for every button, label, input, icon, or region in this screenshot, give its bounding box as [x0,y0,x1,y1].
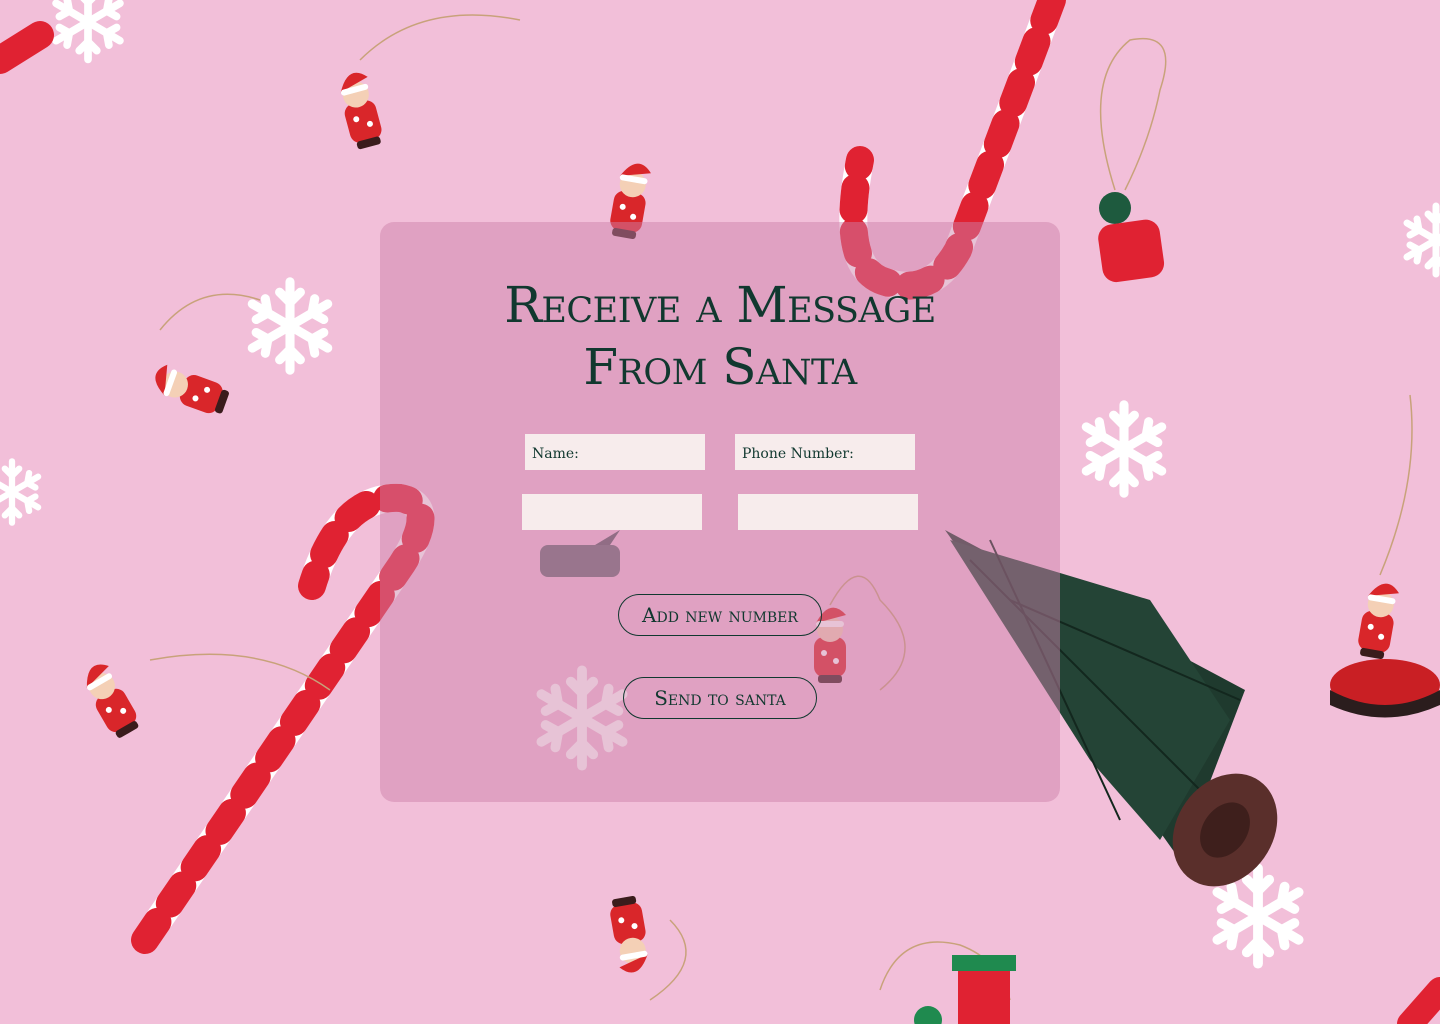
phone-number-label: Phone Number: [735,434,915,470]
ornament-icon [149,362,232,419]
name-input[interactable] [522,494,702,530]
page-title: Receive a Message From Santa [380,274,1060,398]
snowflake-icon [56,0,120,59]
ornament-icon [1098,37,1167,283]
message-card: Receive a Message From Santa Name: Phone… [380,222,1060,802]
phone-number-input[interactable] [738,494,918,530]
snowflake-icon [1086,405,1161,493]
title-line-1: Receive a Message [504,276,936,334]
snowflake-icon [1407,206,1440,274]
candy-cane-icon [1397,977,1440,1024]
ornament-icon [879,941,1016,1024]
ornament-icon [334,69,386,151]
candy-cane-icon [0,21,54,74]
ornament-icon [607,894,653,975]
ornament-icon [1330,659,1440,718]
add-new-number-button[interactable]: Add new number [618,594,822,636]
ornament-icon [1355,580,1401,661]
name-label: Name: [525,434,705,470]
snowflake-icon [252,282,327,370]
send-to-santa-button[interactable]: Send to santa [623,677,817,719]
title-line-2: From Santa [583,338,857,396]
ornament-icon [77,659,143,741]
snowflake-icon [0,461,38,522]
